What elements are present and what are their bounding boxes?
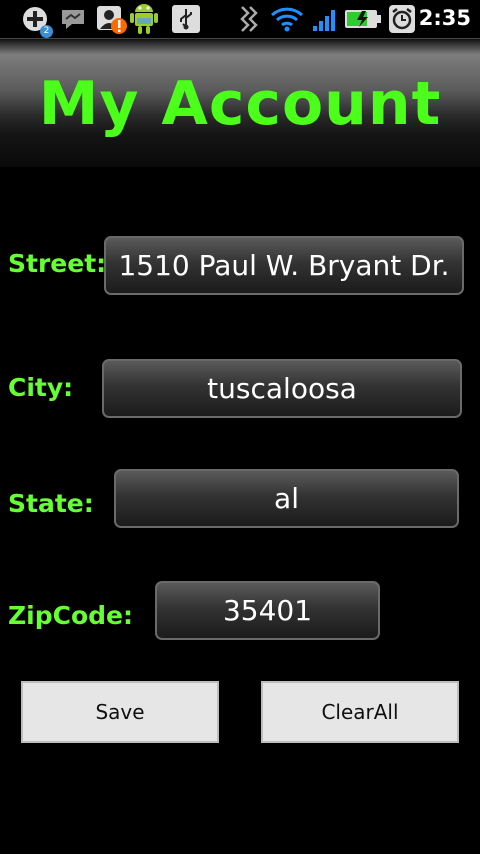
save-button[interactable]: Save	[21, 681, 219, 743]
usb-icon	[172, 5, 200, 37]
page-title: My Account	[38, 69, 442, 139]
battery-charging-icon	[344, 9, 382, 33]
notification-count-badge: 2	[40, 25, 53, 38]
city-label: City:	[8, 373, 74, 402]
title-bar: My Account	[0, 38, 480, 167]
street-field[interactable]: 1510 Paul W. Bryant Dr.	[104, 236, 464, 295]
state-label: State:	[8, 489, 94, 518]
city-field[interactable]: tuscaloosa	[102, 359, 462, 418]
status-time: 2:35	[418, 6, 471, 30]
alarm-clock-icon	[389, 5, 415, 37]
messenger-icon	[60, 7, 86, 35]
zipcode-label: ZipCode:	[8, 601, 133, 630]
contact-alert-icon	[96, 5, 128, 39]
zipcode-field[interactable]: 35401	[155, 581, 380, 640]
vibrate-icon	[238, 5, 260, 37]
wifi-icon	[270, 6, 304, 36]
state-field[interactable]: al	[114, 469, 459, 528]
notification-count: 2	[43, 26, 50, 36]
street-label: Street:	[8, 249, 107, 278]
clear-all-button[interactable]: ClearAll	[261, 681, 459, 743]
signal-icon	[312, 8, 336, 36]
android-debug-icon	[128, 0, 160, 42]
status-bar: 2 2:35	[0, 0, 480, 38]
